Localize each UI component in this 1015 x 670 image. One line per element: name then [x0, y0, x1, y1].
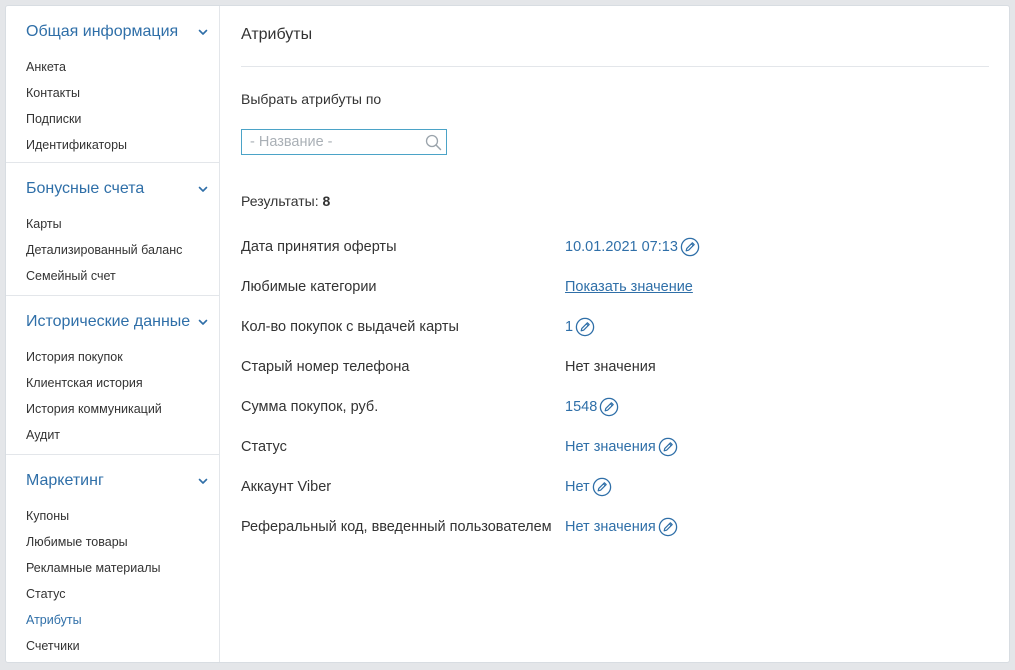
- sidebar-item[interactable]: Детализированный баланс: [6, 237, 219, 263]
- sidebar-section: Бонусные счета Карты Детализированный бала…: [6, 163, 219, 296]
- attribute-value-text[interactable]: 1548: [565, 395, 597, 419]
- results-count: 8: [322, 193, 331, 209]
- attribute-name: Сумма покупок, руб.: [241, 399, 379, 415]
- select-attributes-label: Выбрать атрибуты по: [241, 91, 382, 107]
- chevron-down-icon[interactable]: [197, 316, 209, 328]
- edit-icon[interactable]: [592, 477, 612, 497]
- sidebar-section-header[interactable]: Маркетинг: [6, 455, 219, 507]
- attribute-value-text[interactable]: 10.01.2021 07:13: [565, 235, 678, 259]
- attribute-value: Нет значения: [565, 515, 678, 539]
- search-icon[interactable]: [425, 134, 442, 151]
- edit-icon[interactable]: [658, 517, 678, 537]
- attribute-value: 10.01.2021 07:13: [565, 235, 700, 259]
- attribute-value: 1548: [565, 395, 619, 419]
- main-panel: Атрибуты Выбрать атрибуты по Результаты:…: [221, 6, 1009, 662]
- attribute-name: Кол-во покупок с выдачей карты: [241, 319, 459, 335]
- attribute-row: Сумма покупок, руб. 1548: [241, 395, 989, 435]
- edit-icon[interactable]: [680, 237, 700, 257]
- sidebar-section-header[interactable]: Бонусные счета: [6, 163, 219, 215]
- sidebar-section-title: Общая информация: [26, 23, 179, 40]
- attribute-value-text: Нет значения: [565, 359, 656, 375]
- sidebar-item[interactable]: Аудит: [6, 422, 219, 448]
- chevron-down-icon[interactable]: [197, 26, 209, 38]
- attribute-name: Любимые категории: [241, 279, 377, 295]
- attribute-row: Старый номер телефона Нет значения: [241, 355, 989, 395]
- sidebar-item[interactable]: Анкета: [6, 54, 219, 80]
- attribute-row: Статус Нет значения: [241, 435, 989, 475]
- attribute-name: Аккаунт Viber: [241, 479, 332, 495]
- app-frame: Общая информация Анкета Контакты Подписки Ид…: [5, 5, 1010, 663]
- attribute-value-text[interactable]: 1: [565, 315, 573, 339]
- show-value-link[interactable]: Показать значение: [565, 275, 693, 299]
- sidebar-item[interactable]: Купоны: [6, 503, 219, 529]
- attribute-value: Нет значения: [565, 355, 656, 379]
- edit-icon[interactable]: [575, 317, 595, 337]
- attribute-row: Дата принятия оферты 10.01.2021 07:13: [241, 235, 989, 275]
- sidebar-section-title: Исторические данные: [26, 313, 191, 330]
- attribute-value: Нет значения: [565, 435, 678, 459]
- search-input[interactable]: [242, 130, 446, 154]
- results-label: Результаты:: [241, 193, 319, 209]
- chevron-down-icon[interactable]: [197, 183, 209, 195]
- chevron-down-icon[interactable]: [197, 475, 209, 487]
- sidebar-section-header[interactable]: Общая информация: [6, 6, 219, 58]
- sidebar-section-items: Анкета Контакты Подписки Идентификаторы: [6, 54, 219, 162]
- search-field: [241, 129, 447, 155]
- page-title: Атрибуты: [241, 6, 989, 67]
- sidebar-item[interactable]: Подписки: [6, 106, 219, 132]
- sidebar-section-items: Карты Детализированный баланс Семейный сче…: [6, 211, 219, 295]
- edit-icon[interactable]: [658, 437, 678, 457]
- sidebar-section: Маркетинг Купоны Любимые товары Рекламные м…: [6, 455, 219, 662]
- attribute-value-text[interactable]: Нет: [565, 475, 590, 499]
- attribute-value: Показать значение: [565, 275, 693, 299]
- sidebar: Общая информация Анкета Контакты Подписки Ид…: [6, 6, 220, 662]
- sidebar-item[interactable]: Атрибуты: [6, 607, 219, 633]
- sidebar-item[interactable]: Карты: [6, 211, 219, 237]
- sidebar-item[interactable]: Контакты: [6, 80, 219, 106]
- attribute-value-text[interactable]: Нет значения: [565, 435, 656, 459]
- sidebar-section: Исторические данные История покупок Клиент…: [6, 296, 219, 455]
- sidebar-section-title: Маркетинг: [26, 472, 104, 489]
- edit-icon[interactable]: [599, 397, 619, 417]
- sidebar-item[interactable]: Идентификаторы: [6, 132, 219, 158]
- attribute-name: Дата принятия оферты: [241, 239, 397, 255]
- attribute-name: Реферальный код, введенный пользователем: [241, 519, 552, 535]
- sidebar-item[interactable]: История коммуникаций: [6, 396, 219, 422]
- attribute-row: Кол-во покупок с выдачей карты 1: [241, 315, 989, 355]
- attribute-row: Реферальный код, введенный пользователем…: [241, 515, 989, 555]
- results-summary: Результаты: 8: [241, 193, 989, 213]
- attribute-value-text[interactable]: Нет значения: [565, 515, 656, 539]
- sidebar-item[interactable]: Любимые товары: [6, 529, 219, 555]
- sidebar-item[interactable]: Рекламные материалы: [6, 555, 219, 581]
- attribute-name: Старый номер телефона: [241, 359, 410, 375]
- sidebar-section-items: Купоны Любимые товары Рекламные материалы С…: [6, 503, 219, 662]
- attribute-row: Любимые категории Показать значение: [241, 275, 989, 315]
- attribute-value: 1: [565, 315, 595, 339]
- sidebar-section-title: Бонусные счета: [26, 180, 145, 197]
- attribute-name: Статус: [241, 439, 287, 455]
- attribute-row: Аккаунт Viber Нет: [241, 475, 989, 515]
- sidebar-item[interactable]: Статус: [6, 581, 219, 607]
- sidebar-item[interactable]: Клиентская история: [6, 370, 219, 396]
- sidebar-section-items: История покупок Клиентская история История…: [6, 344, 219, 454]
- sidebar-item[interactable]: Семейный счет: [6, 263, 219, 289]
- sidebar-section-header[interactable]: Исторические данные: [6, 296, 219, 348]
- sidebar-section: Общая информация Анкета Контакты Подписки Ид…: [6, 6, 219, 163]
- sidebar-item[interactable]: История покупок: [6, 344, 219, 370]
- attribute-list: Дата принятия оферты 10.01.2021 07:13 Люби…: [241, 235, 989, 555]
- attribute-value: Нет: [565, 475, 612, 499]
- sidebar-item[interactable]: Счетчики: [6, 633, 219, 659]
